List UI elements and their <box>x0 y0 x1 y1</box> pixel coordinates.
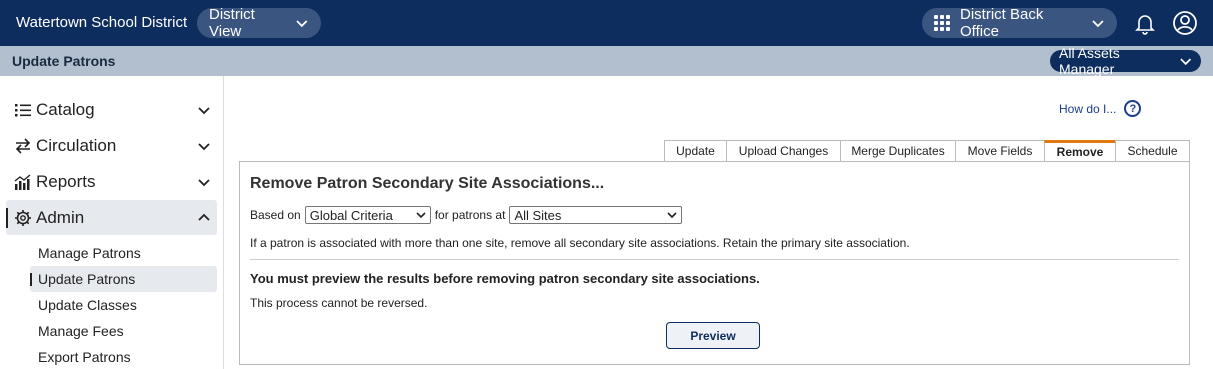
help-link-label: How do I... <box>1059 101 1117 116</box>
tab-update[interactable]: Update <box>664 140 727 161</box>
chevron-down-icon <box>1092 20 1104 28</box>
preview-button[interactable]: Preview <box>666 322 760 349</box>
tab-move-fields[interactable]: Move Fields <box>955 140 1045 161</box>
sidebar-subitem-label: Export Patrons <box>38 349 131 365</box>
chevron-down-icon <box>198 179 210 187</box>
tab-upload-changes[interactable]: Upload Changes <box>726 140 841 161</box>
sidebar-subitem-manage-patrons[interactable]: Manage Patrons <box>30 240 217 266</box>
for-patrons-label: for patrons at <box>434 208 506 222</box>
tab-schedule[interactable]: Schedule <box>1115 140 1190 161</box>
criteria-select-value: Global Criteria <box>309 207 393 223</box>
back-office-label: District Back Office <box>960 6 1044 40</box>
district-view-label: District View <box>209 6 255 40</box>
list-icon <box>15 103 31 116</box>
divider <box>250 259 1179 260</box>
sidebar-item-label: Admin <box>36 207 85 227</box>
district-name: Watertown School District <box>16 14 188 31</box>
sidebar-item-label: Circulation <box>36 135 117 155</box>
gear-icon <box>15 209 31 226</box>
chevron-down-icon <box>198 143 210 151</box>
chevron-down-icon <box>667 212 678 219</box>
sidebar-subitem-export-patrons[interactable]: Export Patrons <box>30 344 217 369</box>
sidebar-subitem-label: Update Patrons <box>38 271 136 287</box>
district-view-dropdown[interactable]: District View <box>197 6 321 40</box>
page-title: Update Patrons <box>12 53 116 69</box>
role-label: All Assets Manager <box>1059 45 1120 77</box>
sidebar-item-catalog[interactable]: Catalog <box>6 92 217 127</box>
sidebar-item-reports[interactable]: Reports <box>6 164 217 199</box>
irreversible-note: This process cannot be reversed. <box>250 296 428 310</box>
remove-panel: Remove Patron Secondary Site Association… <box>239 161 1190 365</box>
sidebar-subitem-label: Manage Patrons <box>38 245 141 261</box>
sites-select[interactable]: All Sites <box>509 206 683 224</box>
back-office-dropdown[interactable]: District Back Office <box>922 6 1117 40</box>
sub-header: Update Patrons <box>0 46 1213 76</box>
sidebar-item-admin[interactable]: Admin <box>6 200 217 235</box>
chevron-down-icon <box>1179 58 1191 66</box>
sidebar-item-label: Catalog <box>36 99 95 119</box>
chevron-down-icon <box>198 107 210 115</box>
sites-select-value: All Sites <box>514 207 562 223</box>
criteria-select[interactable]: Global Criteria <box>304 206 431 224</box>
help-link[interactable]: How do I... ? <box>1059 100 1142 117</box>
chevron-down-icon <box>416 212 426 219</box>
sidebar: Catalog Circulation Reports Admin Manage… <box>0 76 224 369</box>
apps-grid-icon <box>934 15 950 31</box>
sidebar-item-circulation[interactable]: Circulation <box>6 128 217 163</box>
role-dropdown[interactable]: All Assets Manager <box>1050 45 1201 77</box>
sidebar-item-label: Reports <box>36 171 96 191</box>
criteria-row: Based on Global Criteria for patrons at … <box>250 206 683 224</box>
sidebar-subitem-manage-fees[interactable]: Manage Fees <box>30 318 217 344</box>
warning-text: You must preview the results before remo… <box>250 271 760 286</box>
tab-remove[interactable]: Remove <box>1044 140 1116 161</box>
chart-icon <box>14 173 31 190</box>
notifications-bell-icon[interactable] <box>1133 11 1157 35</box>
info-text: If a patron is associated with more than… <box>250 236 910 250</box>
panel-title: Remove Patron Secondary Site Association… <box>250 175 605 192</box>
user-account-icon[interactable] <box>1172 10 1198 36</box>
help-question-icon: ? <box>1124 100 1142 117</box>
top-header: Watertown School District District View … <box>0 0 1213 46</box>
update-tabs: Update Upload Changes Merge Duplicates M… <box>664 140 1190 161</box>
tab-merge-duplicates[interactable]: Merge Duplicates <box>840 140 956 161</box>
sidebar-subitem-update-patrons[interactable]: Update Patrons <box>30 266 217 292</box>
sidebar-subitem-update-classes[interactable]: Update Classes <box>30 292 217 318</box>
chevron-up-icon <box>198 213 210 221</box>
sidebar-subitem-label: Manage Fees <box>38 323 124 339</box>
based-on-label: Based on <box>250 208 301 222</box>
chevron-down-icon <box>296 20 308 28</box>
arrows-swap-icon <box>15 137 31 154</box>
sidebar-subitem-label: Update Classes <box>38 297 137 313</box>
